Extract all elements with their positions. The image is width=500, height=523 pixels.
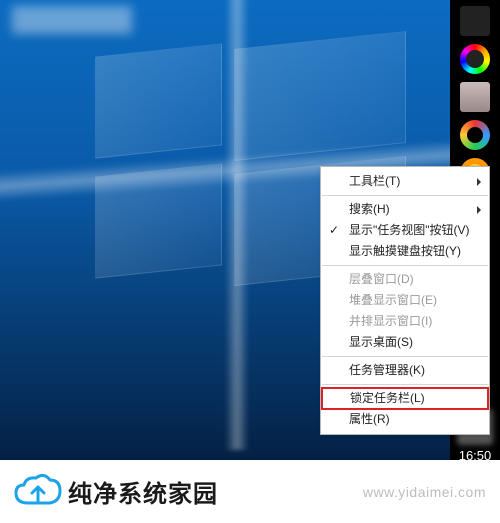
menu-item-0[interactable]: 工具栏(T) [321, 171, 489, 192]
menu-separator [322, 195, 488, 196]
menu-item-2[interactable]: 搜索(H) [321, 199, 489, 220]
taskbar-avatar-icon[interactable] [460, 82, 490, 112]
menu-item-8: 并排显示窗口(I) [321, 311, 489, 332]
taskbar-icon-1[interactable] [460, 6, 490, 36]
menu-item-14[interactable]: 属性(R) [321, 409, 489, 430]
menu-item-9[interactable]: 显示桌面(S) [321, 332, 489, 353]
brand-cloud-icon [10, 473, 64, 511]
menu-separator [322, 356, 488, 357]
menu-item-3[interactable]: 显示"任务视图"按钮(V) [321, 220, 489, 241]
menu-item-7: 堆叠显示窗口(E) [321, 290, 489, 311]
menu-item-4[interactable]: 显示触摸键盘按钮(Y) [321, 241, 489, 262]
desktop-screenshot: 16:50 工具栏(T)搜索(H)显示"任务视图"按钮(V)显示触摸键盘按钮(Y… [0, 0, 500, 523]
menu-separator [322, 384, 488, 385]
taskbar-context-menu: 工具栏(T) 搜索(H)显示"任务视图"按钮(V)显示触摸键盘按钮(Y) 层叠窗口(… [320, 166, 490, 435]
brand-text: 纯净系统家园 [68, 474, 218, 509]
footer-band: 纯净系统家园 www.yidaimei.com [0, 460, 500, 523]
menu-separator [322, 265, 488, 266]
redacted-url-top [12, 6, 132, 34]
menu-item-11[interactable]: 任务管理器(K) [321, 360, 489, 381]
menu-item-13[interactable]: 锁定任务栏(L) [322, 388, 488, 409]
menu-item-6: 层叠窗口(D) [321, 269, 489, 290]
taskbar-gear-icon[interactable] [460, 120, 490, 150]
watermark-url: www.yidaimei.com [363, 484, 486, 500]
taskbar-color-wheel-icon[interactable] [460, 44, 490, 74]
